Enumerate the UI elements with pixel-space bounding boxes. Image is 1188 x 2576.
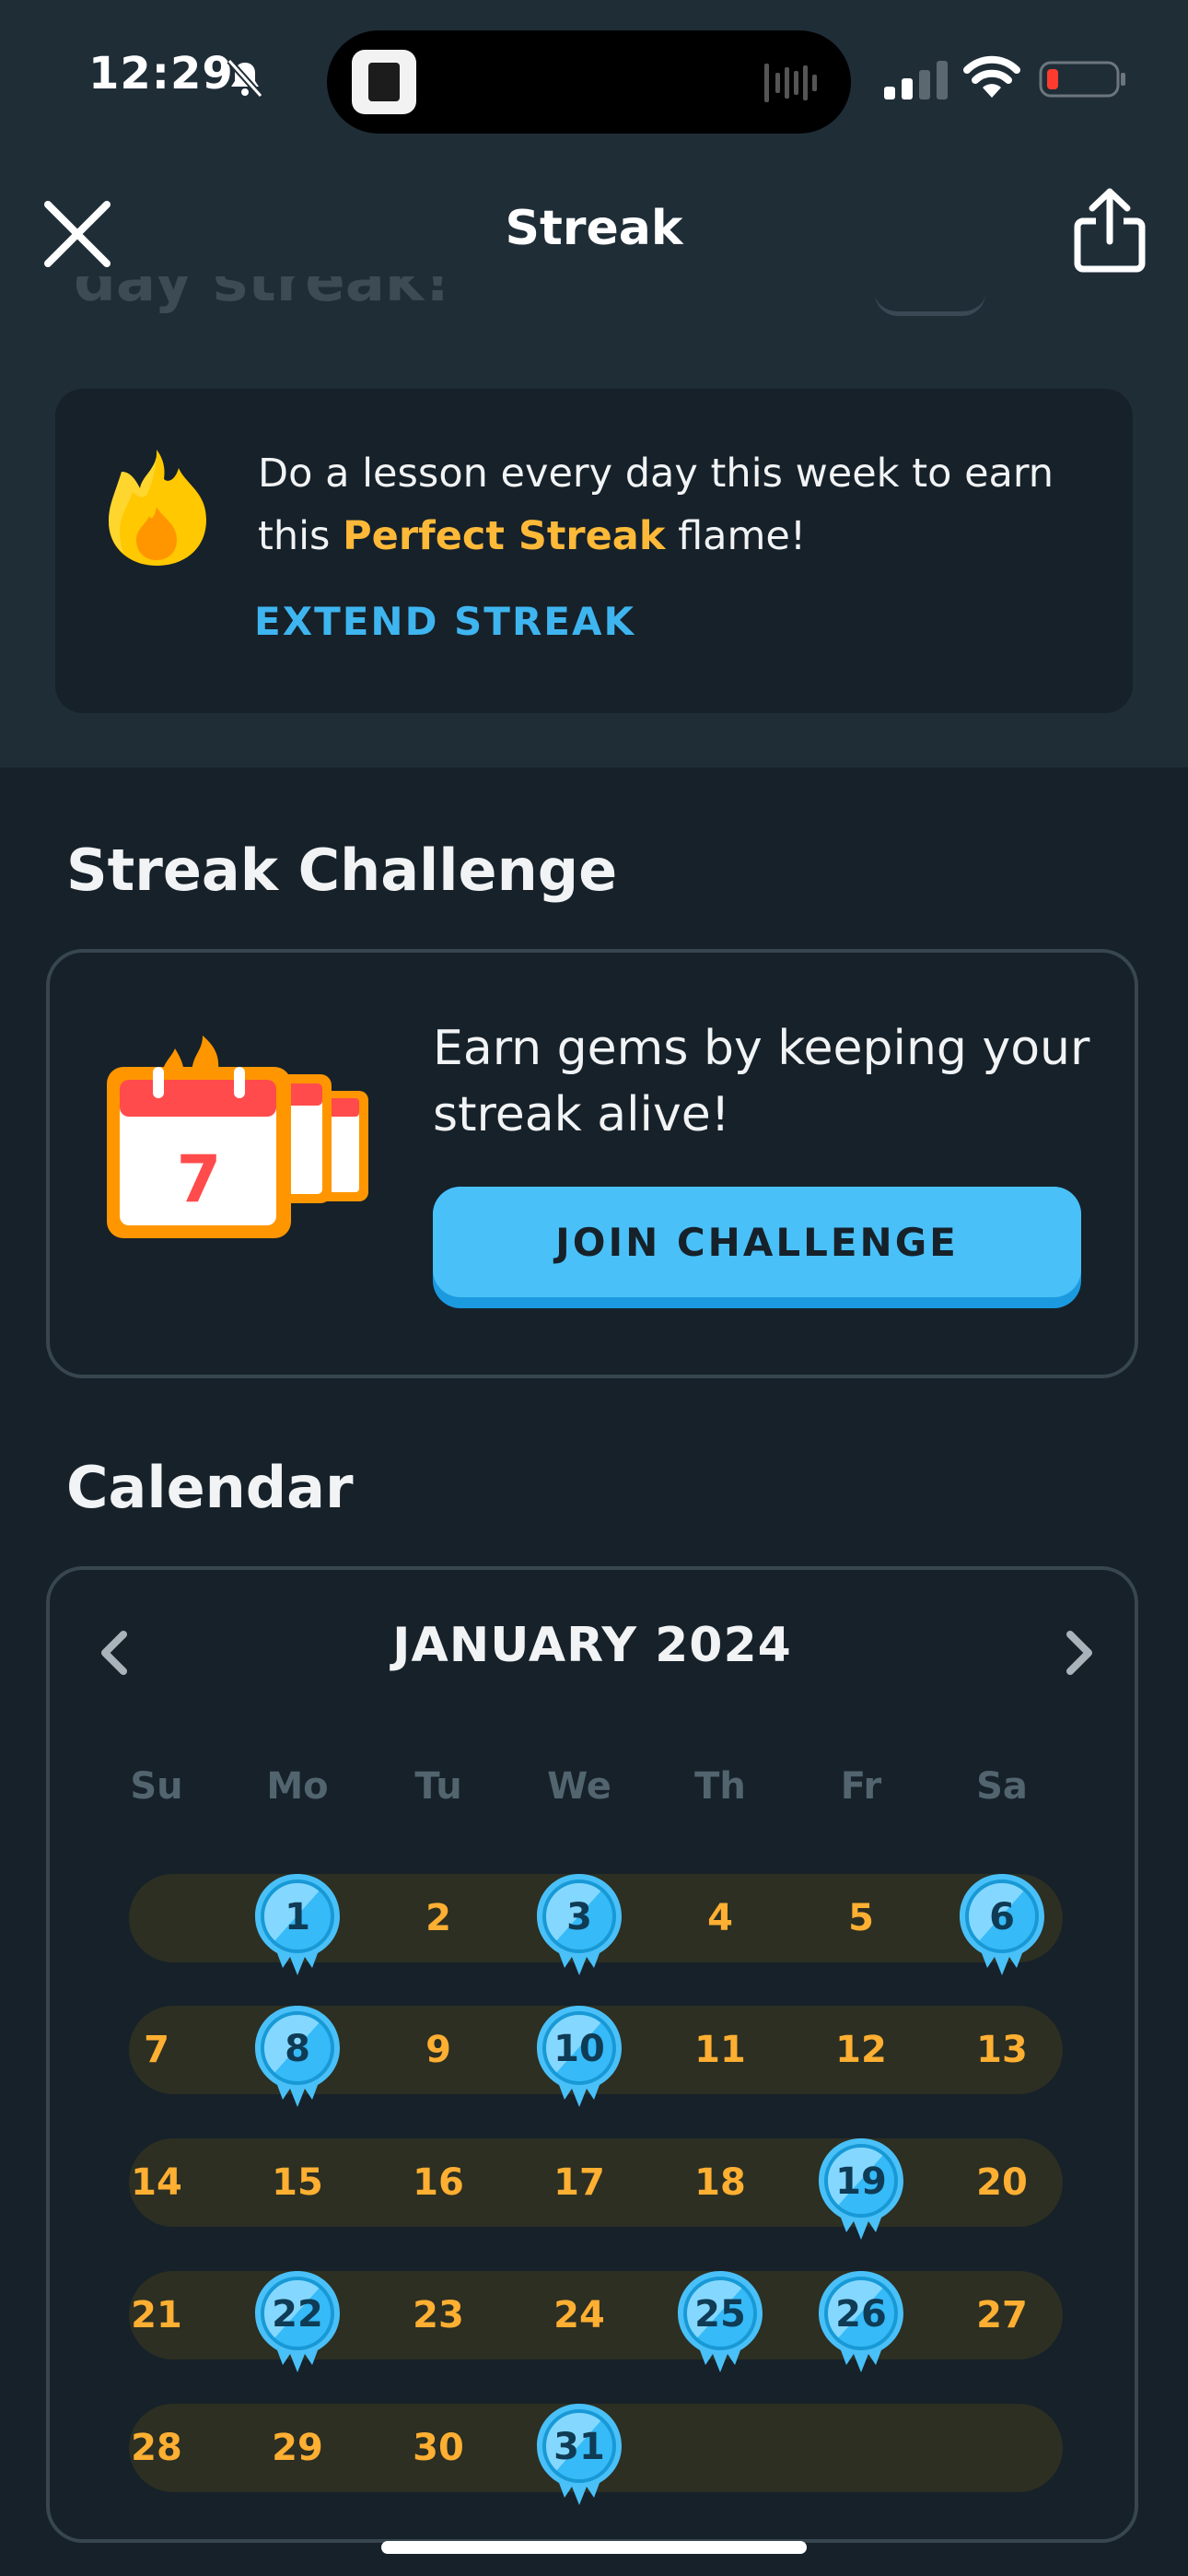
wifi-icon — [963, 55, 1020, 98]
day-cell[interactable]: 24 — [524, 2292, 635, 2338]
home-indicator[interactable] — [381, 2541, 807, 2554]
day-cell[interactable]: 14 — [101, 2160, 212, 2206]
day-number: 10 — [553, 2028, 605, 2070]
completed-day[interactable]: 31 — [535, 2402, 623, 2512]
weekday-label: Th — [694, 1765, 746, 1808]
extend-streak-link[interactable]: EXTEND STREAK — [254, 599, 635, 644]
day-cell[interactable]: 4 — [665, 1895, 775, 1941]
join-challenge-button[interactable]: JOIN CHALLENGE — [433, 1187, 1081, 1308]
perfect-streak-text: Do a lesson every day this week to earn … — [258, 442, 1087, 568]
day-cell[interactable]: 29 — [242, 2425, 353, 2471]
weekday-label: Tu — [414, 1765, 462, 1808]
day-cell[interactable]: 28 — [101, 2425, 212, 2471]
completed-day[interactable]: 22 — [253, 2269, 342, 2380]
day-cell[interactable]: 5 — [806, 1895, 916, 1941]
day-cell[interactable]: 2 — [383, 1895, 494, 1941]
day-cell[interactable]: 18 — [665, 2160, 775, 2206]
month-title: JANUARY 2024 — [392, 1618, 792, 1673]
challenge-description: Earn gems by keeping your streak alive! — [433, 1021, 1090, 1142]
calendar-card: JANUARY 2024 Su Mo Tu We Th Fr Sa 1 2 3 4 5 6 7 8 9 10 11… — [46, 1566, 1138, 2543]
cellular-signal-icon — [884, 61, 948, 100]
weekday-label: Fr — [840, 1765, 882, 1808]
day-number: 8 — [285, 2028, 310, 2070]
page-title: Streak — [505, 201, 683, 256]
day-number: 1 — [285, 1896, 310, 1938]
chevron-right-icon[interactable] — [1061, 1627, 1098, 1679]
day-cell[interactable]: 21 — [101, 2292, 212, 2338]
calendar-title: Calendar — [66, 1454, 354, 1521]
completed-day[interactable]: 1 — [253, 1872, 342, 1983]
completed-day[interactable]: 6 — [958, 1872, 1046, 1983]
day-number: 19 — [835, 2160, 887, 2203]
calendar-illustration-number: 7 — [177, 1142, 222, 1217]
day-cell[interactable]: 7 — [101, 2027, 212, 2073]
day-cell[interactable]: 12 — [806, 2027, 916, 2073]
day-cell[interactable]: 20 — [947, 2160, 1057, 2206]
battery-low-icon — [1039, 61, 1125, 98]
weekday-label: We — [547, 1765, 611, 1808]
completed-day[interactable]: 26 — [817, 2269, 905, 2380]
day-cell[interactable]: 30 — [383, 2425, 494, 2471]
perfect-streak-text-end: flame! — [665, 513, 807, 559]
bell-muted-icon — [227, 58, 263, 99]
flame-icon — [109, 450, 206, 566]
day-cell[interactable]: 11 — [665, 2027, 775, 2073]
join-challenge-label: JOIN CHALLENGE — [433, 1187, 1081, 1297]
obscured-graphic — [875, 293, 985, 316]
perfect-streak-highlight: Perfect Streak — [343, 513, 666, 559]
day-number: 25 — [694, 2293, 746, 2336]
share-icon[interactable] — [1068, 184, 1151, 276]
day-number: 31 — [553, 2426, 605, 2468]
completed-day[interactable]: 3 — [535, 1872, 623, 1983]
calendar-challenge-illustration: 7 — [107, 1036, 368, 1238]
app-icon — [352, 50, 416, 114]
completed-day[interactable]: 8 — [253, 2004, 342, 2114]
day-cell[interactable]: 16 — [383, 2160, 494, 2206]
perfect-streak-card: Do a lesson every day this week to earn … — [55, 389, 1133, 713]
streak-challenge-card: 7 Earn gems by keeping your streak alive… — [46, 949, 1138, 1378]
day-cell[interactable]: 23 — [383, 2292, 494, 2338]
completed-day[interactable]: 25 — [676, 2269, 764, 2380]
day-number: 22 — [272, 2293, 323, 2336]
completed-day[interactable]: 10 — [535, 2004, 623, 2114]
obscured-streak-text: day streak! — [74, 276, 451, 315]
day-cell[interactable]: 17 — [524, 2160, 635, 2206]
day-number: 26 — [835, 2293, 887, 2336]
streak-challenge-title: Streak Challenge — [66, 837, 618, 904]
day-number: 3 — [566, 1896, 592, 1938]
day-cell[interactable]: 9 — [383, 2027, 494, 2073]
day-cell[interactable]: 13 — [947, 2027, 1057, 2073]
weekday-label: Sa — [976, 1765, 1028, 1808]
day-cell[interactable]: 27 — [947, 2292, 1057, 2338]
day-number: 6 — [989, 1896, 1015, 1938]
status-time: 12:29 — [88, 48, 234, 100]
day-cell[interactable]: 15 — [242, 2160, 353, 2206]
completed-day[interactable]: 19 — [817, 2137, 905, 2247]
weekday-label: Su — [130, 1765, 183, 1808]
dynamic-island — [327, 30, 851, 134]
weekday-label: Mo — [266, 1765, 329, 1808]
audio-wave-icon — [764, 64, 817, 102]
